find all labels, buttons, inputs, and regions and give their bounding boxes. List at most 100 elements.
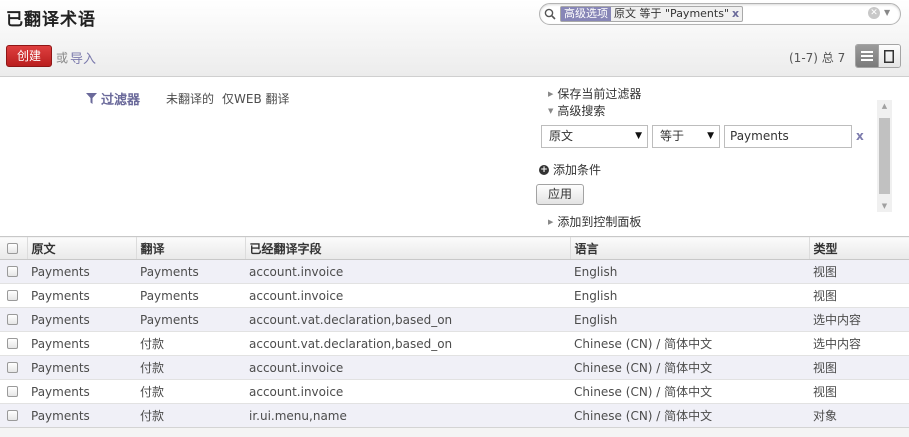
form-view-button[interactable] bbox=[877, 45, 900, 67]
cell-language: Chinese (CN) / 简体中文 bbox=[570, 355, 809, 380]
row-checkbox[interactable] bbox=[7, 266, 18, 277]
scroll-down-icon[interactable]: ▼ bbox=[877, 200, 892, 212]
cell-source: Payments bbox=[27, 379, 136, 404]
cell-source: Payments bbox=[27, 307, 136, 332]
remove-condition-button[interactable]: x bbox=[856, 129, 864, 143]
cell-translation: 付款 bbox=[136, 355, 245, 380]
drawer-scrollbar[interactable]: ▲ ▼ bbox=[877, 100, 892, 212]
facet-remove-button[interactable]: x bbox=[732, 7, 742, 21]
column-header-field[interactable]: 已经翻译字段 bbox=[244, 236, 570, 260]
cell-field: ir.ui.menu,name bbox=[245, 403, 570, 428]
cell-language: English bbox=[570, 259, 809, 284]
cell-translation: Payments bbox=[136, 307, 245, 332]
column-header-source[interactable]: 原文 bbox=[26, 236, 136, 260]
dropdown-arrow-icon: ▼ bbox=[635, 131, 642, 141]
filter-untranslated[interactable]: 未翻译的 bbox=[166, 90, 214, 107]
table-row[interactable]: Payments 付款 account.vat.declaration,based_… bbox=[0, 331, 909, 356]
cell-language: English bbox=[570, 283, 809, 308]
save-filter-link[interactable]: ▶ 保存当前过滤器 bbox=[548, 85, 641, 102]
table-row[interactable]: Payments 付款 ir.ui.menu,name Chinese (CN) / … bbox=[0, 403, 909, 428]
row-checkbox[interactable] bbox=[7, 338, 18, 349]
row-select-cell[interactable] bbox=[0, 403, 27, 428]
table-row[interactable]: Payments Payments account.invoice English 视图 bbox=[0, 283, 909, 308]
select-all-checkbox[interactable] bbox=[7, 242, 18, 254]
add-to-dashboard-link[interactable]: ▶ 添加到控制面板 bbox=[548, 213, 641, 230]
column-header-type[interactable]: 类型 bbox=[808, 236, 909, 260]
condition-field-select[interactable]: 原文 ▼ bbox=[541, 125, 648, 148]
row-select-cell[interactable] bbox=[0, 307, 27, 332]
cell-type: 选中内容 bbox=[809, 307, 909, 332]
add-condition-link[interactable]: + 添加条件 bbox=[539, 161, 601, 178]
table-row[interactable]: Payments Payments account.vat.declaration,… bbox=[0, 307, 909, 332]
create-button[interactable]: 创建 bbox=[6, 45, 52, 67]
scroll-up-icon[interactable]: ▲ bbox=[877, 100, 892, 112]
cell-language: Chinese (CN) / 简体中文 bbox=[570, 379, 809, 404]
condition-field-value: 原文 bbox=[549, 129, 574, 143]
triangle-right-icon: ▶ bbox=[548, 217, 554, 226]
scrollbar-thumb[interactable] bbox=[879, 118, 890, 194]
search-facet[interactable]: 高级选项 原文 等于 "Payments" x bbox=[560, 6, 744, 22]
apply-button[interactable]: 应用 bbox=[536, 184, 584, 205]
import-link[interactable]: 导入 bbox=[70, 48, 96, 67]
add-to-dashboard-label: 添加到控制面板 bbox=[557, 215, 642, 229]
table-row[interactable]: Payments 付款 account.invoice Chinese (CN) / … bbox=[0, 355, 909, 380]
list-view-icon bbox=[860, 51, 873, 61]
condition-operator-select[interactable]: 等于 ▼ bbox=[652, 125, 720, 148]
row-select-cell[interactable] bbox=[0, 355, 27, 380]
search-options-toggle-icon[interactable]: ▼ bbox=[884, 8, 894, 18]
or-label: 或 bbox=[56, 51, 69, 65]
list-view-button[interactable] bbox=[856, 45, 878, 67]
cell-translation: 付款 bbox=[136, 331, 245, 356]
condition-value-input[interactable]: Payments bbox=[724, 125, 852, 148]
filter-web-only[interactable]: 仅WEB 翻译 bbox=[222, 90, 290, 107]
cell-translation: 付款 bbox=[136, 403, 245, 428]
cell-source: Payments bbox=[27, 355, 136, 380]
control-panel: 已翻译术语 高级选项 原文 等于 "Payments" x ✕ ▼ 创建 或 导… bbox=[0, 0, 909, 77]
cell-field: account.invoice bbox=[245, 379, 570, 404]
column-header-translation[interactable]: 翻译 bbox=[135, 236, 245, 260]
search-icon bbox=[544, 8, 556, 20]
search-box[interactable]: 高级选项 原文 等于 "Payments" x ✕ ▼ bbox=[539, 3, 901, 25]
cell-type: 视图 bbox=[809, 379, 909, 404]
row-checkbox[interactable] bbox=[7, 410, 18, 421]
cell-field: account.vat.declaration,based_on bbox=[245, 307, 570, 332]
translations-table: 原文 翻译 已经翻译字段 语言 类型 Payments Payments accou… bbox=[0, 236, 909, 428]
cell-type: 对象 bbox=[809, 403, 909, 428]
advanced-search-toggle[interactable]: ▼ 高级搜索 bbox=[548, 102, 605, 119]
column-header-language[interactable]: 语言 bbox=[569, 236, 809, 260]
list-footer bbox=[0, 427, 909, 437]
row-checkbox[interactable] bbox=[7, 386, 18, 397]
plus-circle-icon: + bbox=[539, 164, 549, 175]
table-header-row: 原文 翻译 已经翻译字段 语言 类型 bbox=[0, 236, 909, 260]
row-select-cell[interactable] bbox=[0, 283, 27, 308]
cell-type: 选中内容 bbox=[809, 331, 909, 356]
cell-type: 视图 bbox=[809, 355, 909, 380]
cell-language: Chinese (CN) / 简体中文 bbox=[570, 403, 809, 428]
save-filter-label: 保存当前过滤器 bbox=[557, 87, 642, 101]
filters-header: 过滤器 bbox=[86, 89, 140, 108]
table-row[interactable]: Payments Payments account.invoice English 视图 bbox=[0, 259, 909, 284]
cell-type: 视图 bbox=[809, 283, 909, 308]
row-checkbox[interactable] bbox=[7, 314, 18, 325]
table-row[interactable]: Payments 付款 account.invoice Chinese (CN) / … bbox=[0, 379, 909, 404]
pager-value[interactable]: (1-7) 总 7 bbox=[789, 49, 845, 66]
cell-translation: 付款 bbox=[136, 379, 245, 404]
cell-field: account.invoice bbox=[245, 355, 570, 380]
cell-source: Payments bbox=[27, 331, 136, 356]
row-select-cell[interactable] bbox=[0, 331, 27, 356]
cell-translation: Payments bbox=[136, 259, 245, 284]
row-select-cell[interactable] bbox=[0, 379, 27, 404]
row-checkbox[interactable] bbox=[7, 290, 18, 301]
row-checkbox[interactable] bbox=[7, 362, 18, 373]
clear-search-icon[interactable]: ✕ bbox=[868, 7, 880, 19]
cell-field: account.invoice bbox=[245, 259, 570, 284]
cell-source: Payments bbox=[27, 283, 136, 308]
view-switcher bbox=[855, 44, 901, 68]
cell-source: Payments bbox=[27, 403, 136, 428]
cell-field: account.invoice bbox=[245, 283, 570, 308]
search-drawer: 过滤器 未翻译的 仅WEB 翻译 ▶ 保存当前过滤器 ▼ 高级搜索 原文 ▼ 等… bbox=[0, 78, 909, 236]
select-all-cell[interactable] bbox=[0, 236, 27, 260]
cell-language: Chinese (CN) / 简体中文 bbox=[570, 331, 809, 356]
triangle-down-icon: ▼ bbox=[548, 106, 554, 115]
row-select-cell[interactable] bbox=[0, 259, 27, 284]
